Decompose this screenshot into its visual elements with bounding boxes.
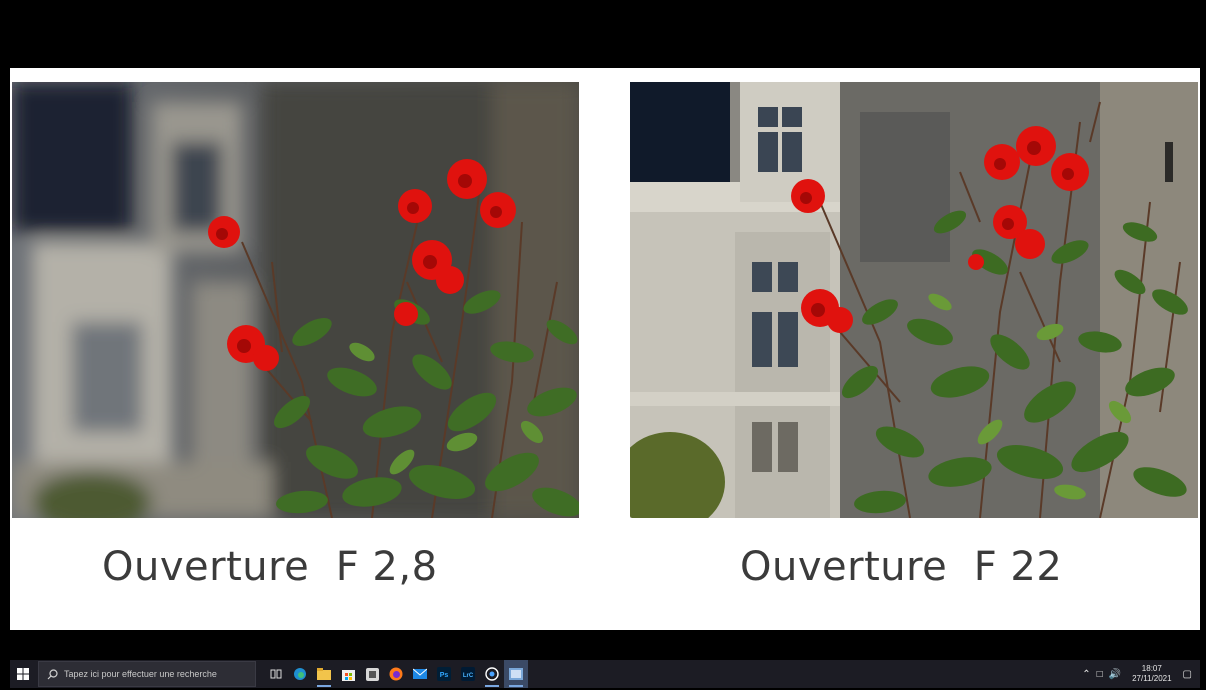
task-view-icon <box>270 669 282 679</box>
windows-logo-icon <box>17 668 29 680</box>
app-button[interactable] <box>360 660 384 688</box>
presentation-slide: Ouverture F 2,8 Ouverture F 22 <box>10 68 1200 630</box>
firefox-button[interactable] <box>384 660 408 688</box>
security-icon <box>485 667 499 681</box>
volume-icon[interactable]: 🔊 <box>1109 669 1121 680</box>
firefox-icon <box>389 667 403 681</box>
store-button[interactable] <box>336 660 360 688</box>
clock-time: 18:07 <box>1141 664 1162 673</box>
clock[interactable]: 18:07 27/11/2021 <box>1132 664 1171 684</box>
caption-aperture-f2-8: Ouverture F 2,8 <box>102 544 438 590</box>
bottom-black-bar <box>0 630 1206 660</box>
edge-icon <box>294 668 306 680</box>
chevron-up-icon[interactable]: ⌃ <box>1082 669 1090 680</box>
search-icon <box>47 668 58 679</box>
security-button[interactable] <box>480 660 504 688</box>
app-icon <box>365 667 379 681</box>
rose-photo-deep-dof <box>630 82 1198 518</box>
lightroom-icon: LrC <box>461 667 475 681</box>
task-view-button[interactable] <box>264 660 288 688</box>
system-tray: ⌃ □ 🔊 18:07 27/11/2021 ▢ <box>1079 664 1200 684</box>
caption-aperture-f22: Ouverture F 22 <box>740 544 1063 590</box>
file-explorer-button[interactable] <box>312 660 336 688</box>
top-black-bar <box>0 0 1206 68</box>
rose-photo-shallow-dof <box>12 82 579 518</box>
mail-button[interactable] <box>408 660 432 688</box>
lightroom-label: LrC <box>463 673 474 679</box>
store-icon <box>341 669 355 681</box>
active-app-button[interactable] <box>504 660 528 688</box>
edge-button[interactable] <box>288 660 312 688</box>
clock-date: 27/11/2021 <box>1132 674 1172 683</box>
mail-icon <box>413 668 427 679</box>
photoshop-button[interactable]: Ps <box>432 660 456 688</box>
file-explorer-icon <box>317 668 331 680</box>
photo-aperture-f2-8 <box>12 82 579 518</box>
photoshop-icon: Ps <box>437 667 451 681</box>
search-placeholder: Tapez ici pour effectuer une recherche <box>64 669 217 679</box>
windows-taskbar: Tapez ici pour effectuer une recherche P… <box>10 660 1200 688</box>
network-icon[interactable]: □ <box>1097 669 1103 680</box>
lightroom-button[interactable]: LrC <box>456 660 480 688</box>
active-app-icon <box>509 668 523 680</box>
start-button[interactable] <box>10 660 36 688</box>
photoshop-label: Ps <box>440 672 449 679</box>
notification-icon[interactable]: ▢ <box>1183 669 1192 680</box>
photo-aperture-f22 <box>630 82 1198 518</box>
taskbar-pinned-apps: Ps LrC <box>264 660 528 688</box>
taskbar-search-box[interactable]: Tapez ici pour effectuer une recherche <box>38 661 256 687</box>
